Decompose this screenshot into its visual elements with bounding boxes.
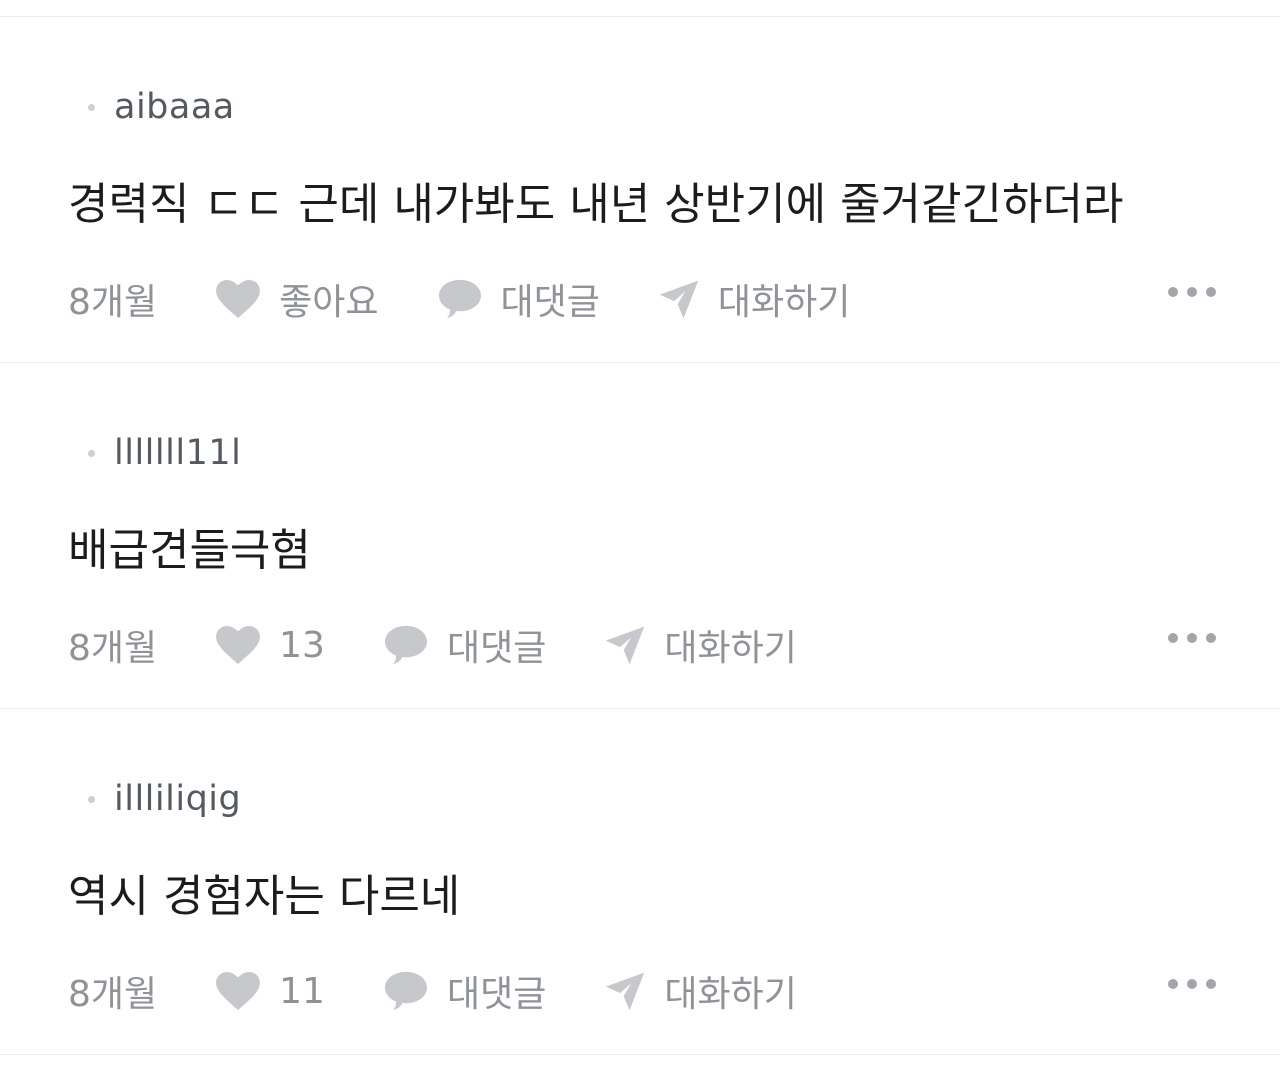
comment-actions: 8개월 11 대댓글 대화하기	[68, 965, 855, 1017]
bullet-dot	[88, 449, 95, 457]
speech-bubble-icon	[383, 970, 429, 1012]
reply-label: 대댓글	[500, 282, 600, 323]
like-button[interactable]: 13	[215, 625, 325, 666]
heart-icon	[215, 971, 261, 1011]
comment-text: 배급견들극혐	[68, 525, 311, 576]
reply-button[interactable]: 대댓글	[383, 619, 546, 671]
author-row: aibaaa	[88, 85, 235, 129]
heart-icon	[215, 279, 261, 319]
more-dots-icon[interactable]	[1168, 287, 1216, 297]
like-button[interactable]: 좋아요	[215, 273, 379, 325]
paper-plane-icon	[658, 278, 700, 320]
speech-bubble-icon	[437, 278, 483, 320]
like-label: 좋아요	[279, 282, 379, 323]
speech-bubble-icon	[383, 624, 429, 666]
comment-text: 경력직 ㄷㄷ 근데 내가봐도 내년 상반기에 줄거같긴하더라	[68, 179, 1124, 230]
reply-button[interactable]: 대댓글	[383, 965, 546, 1017]
comment-actions: 8개월 좋아요 대댓글 대화하기	[68, 273, 908, 325]
like-button[interactable]: 11	[215, 971, 325, 1012]
chat-label: 대화하기	[717, 282, 851, 323]
author-row: illliliqig	[88, 777, 241, 821]
comment-time: 8개월	[68, 974, 158, 1015]
chat-button[interactable]: 대화하기	[658, 273, 850, 325]
chat-button[interactable]: 대화하기	[604, 965, 797, 1017]
comment-text: 역시 경험자는 다르네	[68, 871, 461, 922]
comment-actions: 8개월 13 대댓글 대화하기	[68, 619, 855, 671]
chat-label: 대화하기	[664, 974, 797, 1015]
author-row: lllllll11l	[88, 431, 241, 475]
chat-button[interactable]: 대화하기	[604, 619, 797, 671]
comment-author[interactable]: lllllll11l	[114, 433, 241, 473]
comment-time: 8개월	[68, 628, 158, 669]
chat-label: 대화하기	[664, 628, 797, 669]
more-dots-icon[interactable]	[1168, 979, 1216, 989]
bullet-dot	[88, 795, 95, 803]
comment-item: illliliqig 역시 경험자는 다르네 8개월 11 대댓글 대화하기	[0, 709, 1280, 1055]
comment-time: 8개월	[68, 282, 158, 323]
comment-item: aibaaa 경력직 ㄷㄷ 근데 내가봐도 내년 상반기에 줄거같긴하더라 8개…	[0, 17, 1280, 363]
reply-label: 대댓글	[446, 628, 547, 669]
paper-plane-icon	[604, 624, 646, 666]
comment-author[interactable]: aibaaa	[114, 87, 235, 127]
more-dots-icon[interactable]	[1168, 633, 1216, 643]
reply-label: 대댓글	[446, 974, 547, 1015]
like-count: 13	[279, 624, 325, 666]
like-count: 11	[279, 970, 325, 1012]
bullet-dot	[88, 103, 95, 111]
reply-button[interactable]: 대댓글	[437, 273, 600, 325]
comment-item: lllllll11l 배급견들극혐 8개월 13 대댓글 대화하기	[0, 363, 1280, 709]
paper-plane-icon	[604, 970, 646, 1012]
heart-icon	[215, 625, 261, 665]
comment-author[interactable]: illliliqig	[114, 779, 241, 819]
